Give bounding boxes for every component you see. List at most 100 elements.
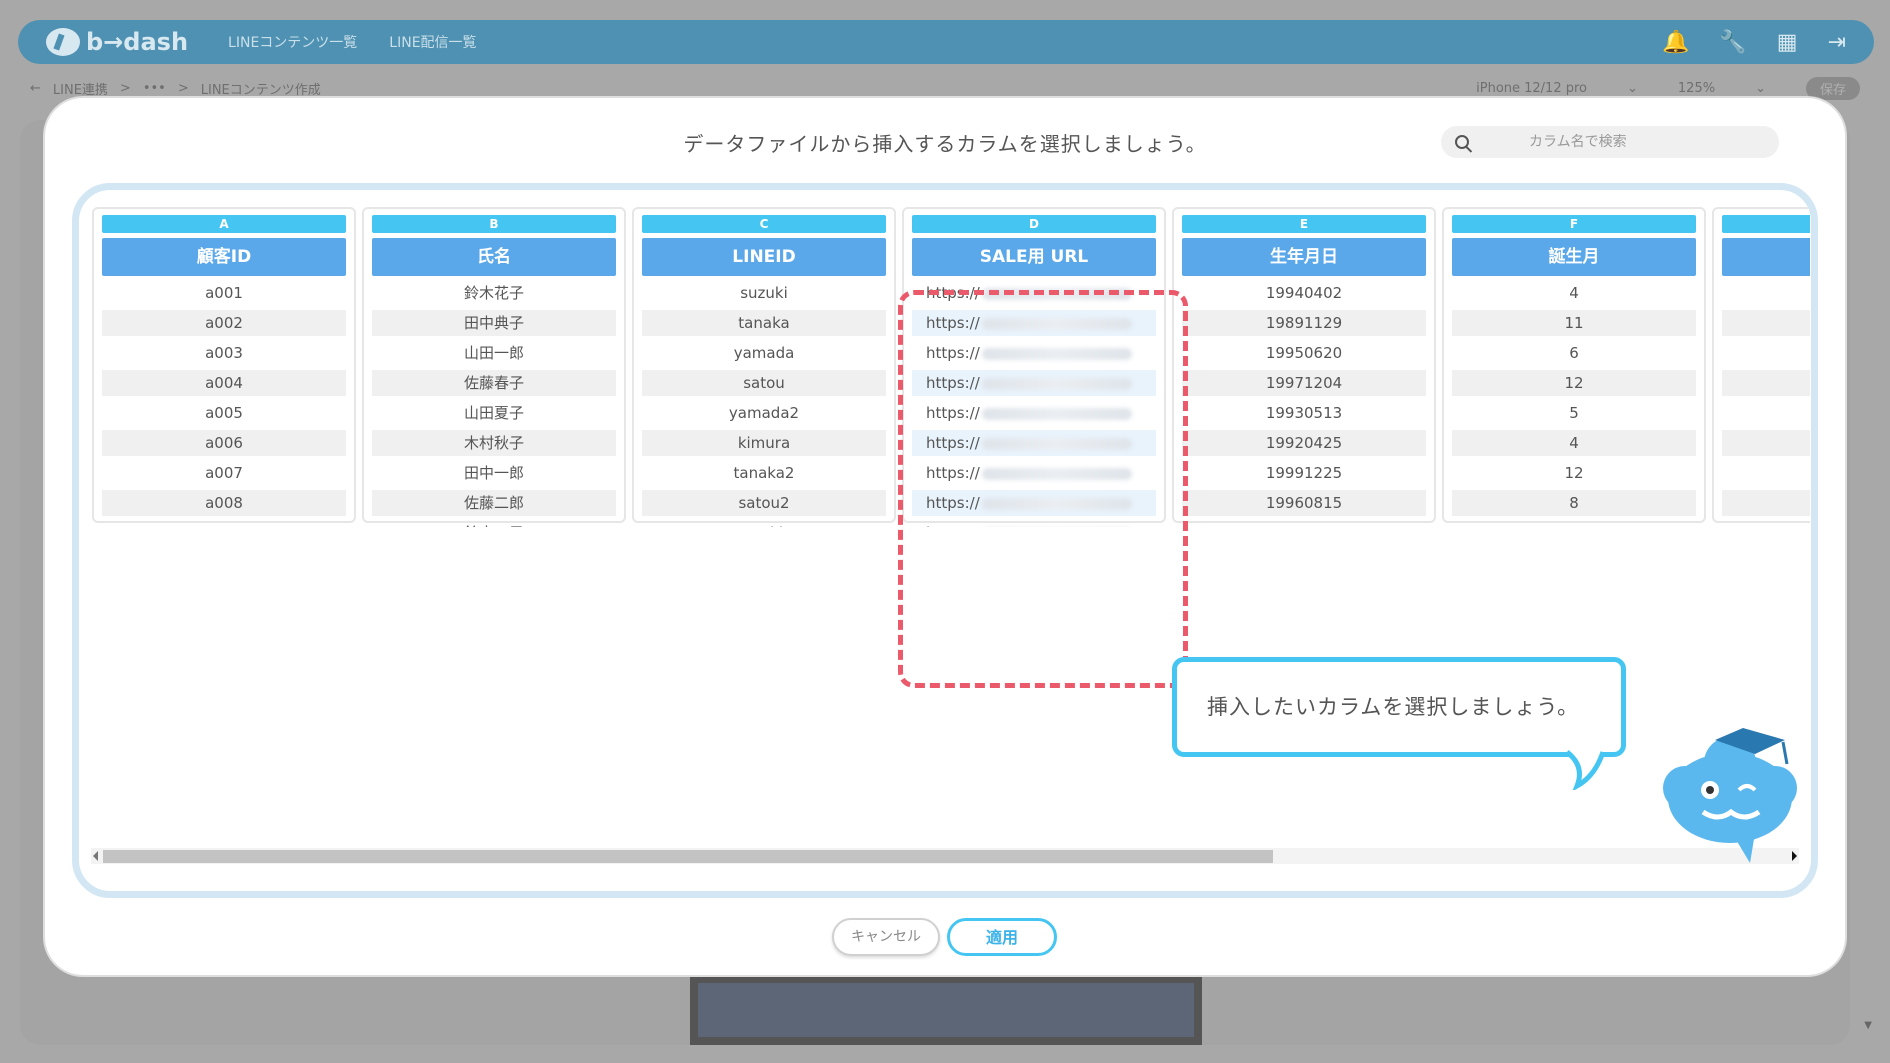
table-cell: 19991225 <box>1182 460 1426 486</box>
redacted-url <box>981 347 1132 360</box>
cell-text: a006 <box>205 434 243 452</box>
bubble-tail-icon <box>1565 750 1605 790</box>
column-letter: F <box>1452 215 1696 233</box>
data-column[interactable]: B氏名鈴木花子田中典子山田一郎佐藤春子山田夏子木村秋子田中一郎佐藤二郎鈴木一子伊… <box>362 207 626 527</box>
cell-text: a008 <box>205 494 243 512</box>
cell-text: 19950620 <box>1265 344 1343 362</box>
cell-text: 19960815 <box>1265 494 1343 512</box>
cell-text: 19940402 <box>1265 284 1343 302</box>
cell-text: 11 <box>1564 314 1584 332</box>
apply-button[interactable]: 適用 <box>947 918 1057 956</box>
column-header[interactable]: 顧客ID <box>102 238 346 276</box>
breadcrumb-separator: > <box>119 80 131 96</box>
grid-icon[interactable]: ▦ <box>1777 30 1798 55</box>
table-cell: satou2 <box>642 490 886 516</box>
scroll-left-icon[interactable] <box>93 851 98 861</box>
breadcrumb-more[interactable]: ••• <box>143 81 166 96</box>
data-column[interactable]: A 顧客ID a001 a002 a003 a004 a005 a006 a007 a008 a00… <box>92 207 356 527</box>
table-cell: 山田夏子 <box>372 400 616 426</box>
cell-text: 19991225 <box>1265 464 1343 482</box>
cell-text: a001 <box>205 284 243 302</box>
search-icon <box>1455 135 1469 149</box>
column-header[interactable] <box>1722 238 1810 276</box>
table-cell <box>1722 310 1810 336</box>
redacted-url <box>981 467 1132 480</box>
chevron-down-icon[interactable]: ⌄ <box>1755 81 1766 96</box>
cell-text: tanaka2 <box>733 464 795 482</box>
wrench-icon[interactable]: 🔧 <box>1719 30 1746 55</box>
redacted-url <box>981 377 1132 390</box>
redacted-url <box>981 287 1132 300</box>
cell-text: tanaka <box>738 314 790 332</box>
cell-text: 19971204 <box>1265 374 1343 392</box>
cancel-button[interactable]: キャンセル <box>832 918 940 956</box>
zoom-select[interactable]: 125% <box>1678 81 1715 96</box>
scrollbar-thumb[interactable] <box>103 850 1273 863</box>
table-cell: 19950620 <box>1182 340 1426 366</box>
save-button[interactable]: 保存 <box>1805 76 1860 100</box>
data-column[interactable]: F誕生月4116125412813 <box>1442 207 1706 527</box>
cell-text: 19891129 <box>1265 314 1343 332</box>
table-cell: 4 <box>1452 430 1696 456</box>
back-arrow-icon[interactable]: ← <box>30 81 41 96</box>
cell-text: kimura <box>737 434 791 452</box>
column-header[interactable]: 生年月日 <box>1182 238 1426 276</box>
table-cell: 19920425 <box>1182 430 1426 456</box>
table-cell: https:// <box>912 400 1156 426</box>
table-cell <box>1722 340 1810 366</box>
data-column[interactable]: C LINEID suzuki tanaka yamada satou yamada2 kim… <box>632 207 896 527</box>
cell-text: 4 <box>1569 434 1579 452</box>
table-cell: a008 <box>102 490 346 516</box>
cell-text: 4 <box>1569 284 1579 302</box>
cell-text: 19920425 <box>1265 434 1343 452</box>
data-column[interactable] <box>1712 207 1810 523</box>
logout-icon[interactable]: ⇥ <box>1828 30 1846 55</box>
table-cell: 鈴木一子 <box>372 520 616 527</box>
table-cell: 佐藤二郎 <box>372 490 616 516</box>
data-column[interactable]: D SALE用 URL https:// https:// https:// https:… <box>902 207 1166 527</box>
search-input[interactable] <box>1529 134 1729 150</box>
cell-text: https:// <box>926 464 980 482</box>
cell-text: a004 <box>205 374 243 392</box>
table-cell: yamada <box>642 340 886 366</box>
column-header[interactable]: 誕生月 <box>1452 238 1696 276</box>
nav-item-line-contents[interactable]: LINEコンテンツ一覧 <box>228 32 357 52</box>
cell-text: 鈴木一子 <box>464 524 524 527</box>
table-cell: 6 <box>1452 340 1696 366</box>
chevron-down-icon[interactable]: ⌄ <box>1627 81 1638 96</box>
column-select-modal: データファイルから挿入するカラムを選択しましょう。 A顧客IDa001a002a… <box>45 98 1845 975</box>
table-cell: kimura <box>642 430 886 456</box>
table-cell <box>1722 280 1810 306</box>
page-scroll-down-icon[interactable]: ▼ <box>1864 1020 1872 1031</box>
nav-item-line-delivery[interactable]: LINE配信一覧 <box>389 32 476 52</box>
table-cell <box>1722 520 1810 527</box>
column-header[interactable]: SALE用 URL <box>912 238 1156 276</box>
cell-text: 山田夏子 <box>463 404 524 422</box>
bell-icon[interactable]: 🔔 <box>1662 30 1689 55</box>
table-cell: 田中一郎 <box>372 460 616 486</box>
table-cell: tanaka2 <box>642 460 886 486</box>
horizontal-scrollbar[interactable] <box>91 848 1799 864</box>
table-cell: a007 <box>102 460 346 486</box>
column-search[interactable] <box>1441 126 1779 158</box>
cell-text: 12 <box>1564 464 1584 482</box>
top-navigation-bar: b→dash LINEコンテンツ一覧 LINE配信一覧 🔔 🔧 ▦ ⇥ <box>18 20 1874 64</box>
breadcrumb-item[interactable]: LINE連携 <box>53 79 108 98</box>
cell-text: 佐藤二郎 <box>463 494 524 512</box>
table-cell: a009 <box>102 520 346 527</box>
cell-text: https:// <box>926 494 980 512</box>
table-cell: 8 <box>1452 490 1696 516</box>
table-cell: https:// <box>912 340 1156 366</box>
column-header[interactable]: 氏名 <box>372 238 616 276</box>
table-cell: 鈴木花子 <box>372 280 616 306</box>
cell-text: a003 <box>205 344 243 362</box>
table-cell <box>1722 400 1810 426</box>
table-cell: https:// <box>912 280 1156 306</box>
data-column[interactable]: E 生年月日 19940402 19891129 19950620 19971204 199… <box>1172 207 1436 527</box>
table-cell: a001 <box>102 280 346 306</box>
device-select[interactable]: iPhone 12/12 pro <box>1476 81 1587 96</box>
cell-text: 1 <box>1569 524 1579 527</box>
table-cell: yamada2 <box>642 400 886 426</box>
table-cell: https:// <box>912 370 1156 396</box>
column-header[interactable]: LINEID <box>642 238 886 276</box>
